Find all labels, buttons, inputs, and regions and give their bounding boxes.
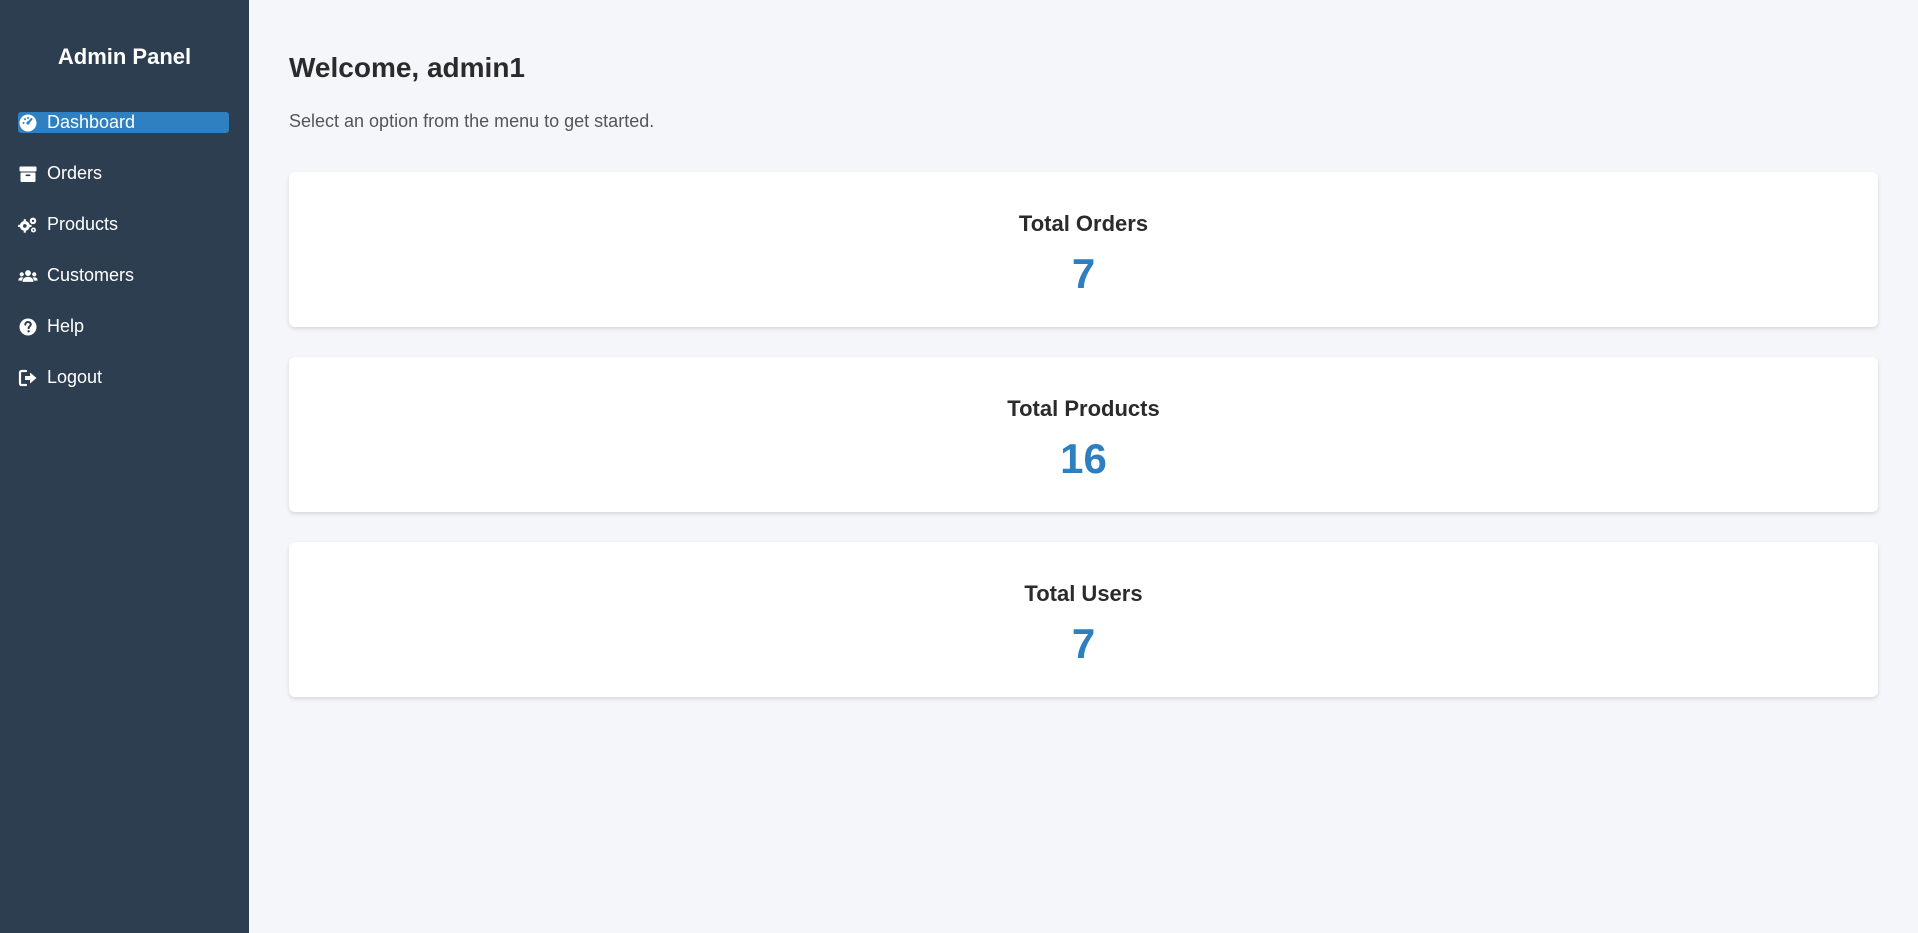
main-content: Welcome, admin1 Select an option from th… xyxy=(249,0,1918,933)
stat-card-value: 16 xyxy=(1060,434,1107,482)
sidebar-item-products[interactable]: Products xyxy=(18,214,229,235)
sidebar-item-label: Customers xyxy=(47,265,135,285)
stat-card-value: 7 xyxy=(1071,619,1096,667)
gauge-icon xyxy=(18,113,38,133)
sidebar-item-dashboard[interactable]: Dashboard xyxy=(18,112,229,133)
sidebar-item-label: Help xyxy=(47,316,85,336)
sidebar-item-label: Products xyxy=(47,214,119,234)
stat-card-value: 7 xyxy=(1071,249,1096,297)
sidebar-item-label: Dashboard xyxy=(47,112,136,132)
sidebar-item-label: Orders xyxy=(47,163,103,183)
sidebar-item-customers[interactable]: Customers xyxy=(18,265,229,286)
stat-card-orders: Total Orders 7 xyxy=(289,172,1878,327)
stat-card-title: Total Products xyxy=(1007,395,1160,421)
users-icon xyxy=(18,266,38,286)
stat-card-products: Total Products 16 xyxy=(289,357,1878,512)
sidebar: Admin Panel Dashboard Orders Products Cu… xyxy=(0,0,249,933)
stat-card-title: Total Users xyxy=(1024,580,1143,606)
sidebar-item-logout[interactable]: Logout xyxy=(18,367,229,388)
box-icon xyxy=(18,164,38,184)
sidebar-item-help[interactable]: Help xyxy=(18,316,229,337)
cogs-icon xyxy=(18,215,38,235)
page-subtitle: Select an option from the menu to get st… xyxy=(289,111,655,131)
brand-title: Admin Panel xyxy=(57,44,192,69)
stat-card-title: Total Orders xyxy=(1018,210,1149,236)
sign-out-icon xyxy=(18,368,38,388)
page-title: Welcome, admin1 xyxy=(289,52,526,83)
sidebar-item-orders[interactable]: Orders xyxy=(18,163,229,184)
question-circle-icon xyxy=(18,317,38,337)
app-root: Admin Panel Dashboard Orders Products Cu… xyxy=(0,0,1918,933)
sidebar-item-label: Logout xyxy=(47,367,103,387)
sidebar-nav: Dashboard Orders Products Customers Help… xyxy=(0,112,249,388)
stat-card-users: Total Users 7 xyxy=(289,542,1878,697)
